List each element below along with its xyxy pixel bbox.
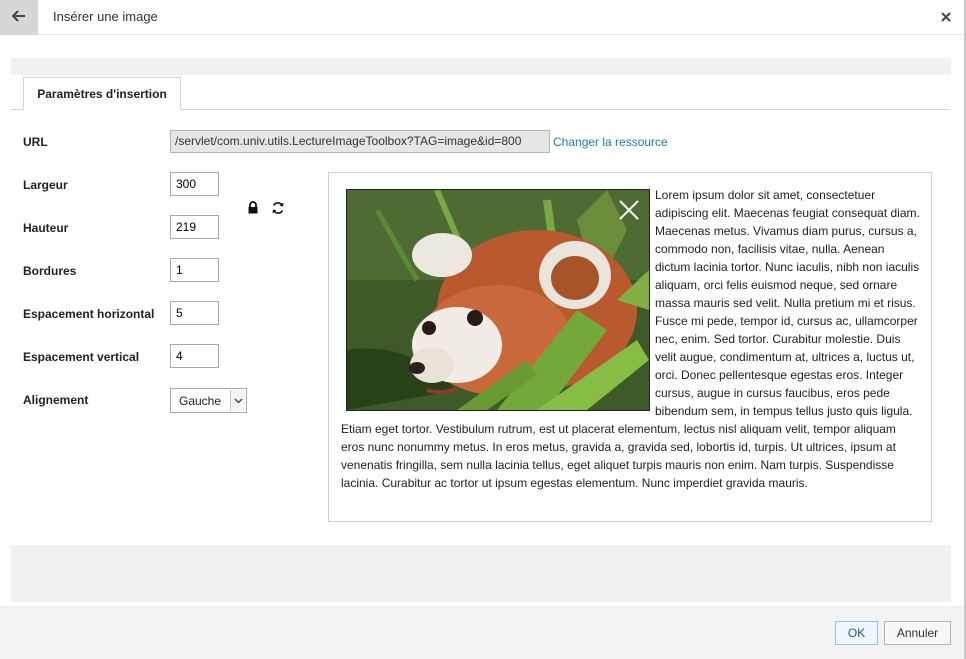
preview-image bbox=[346, 189, 650, 411]
hspace-label: Espacement horizontal bbox=[23, 307, 155, 321]
preview-text-block: Lorem ipsum dolor sit amet, consectetuer… bbox=[341, 186, 921, 492]
chevron-down-icon bbox=[230, 390, 245, 411]
height-input[interactable] bbox=[170, 215, 219, 239]
arrow-left-icon bbox=[11, 10, 26, 25]
vspace-label: Espacement vertical bbox=[23, 350, 140, 364]
border-label: Bordures bbox=[23, 264, 77, 278]
ok-button[interactable]: OK bbox=[835, 621, 878, 645]
url-field: /servlet/com.univ.utils.LectureImageTool… bbox=[170, 130, 550, 153]
close-button[interactable] bbox=[938, 7, 954, 27]
dialog-titlebar: Insérer une image bbox=[0, 0, 966, 35]
reset-size-button[interactable] bbox=[270, 201, 286, 217]
width-input[interactable] bbox=[170, 172, 219, 196]
width-label: Largeur bbox=[23, 178, 68, 192]
dialog-title: Insérer une image bbox=[53, 9, 158, 24]
dialog-footer bbox=[0, 606, 966, 659]
cancel-button[interactable]: Annuler bbox=[884, 621, 951, 645]
height-label: Hauteur bbox=[23, 221, 69, 235]
url-label: URL bbox=[23, 135, 48, 149]
tab-insertion-settings[interactable]: Paramètres d'insertion bbox=[23, 77, 181, 110]
change-resource-link[interactable]: Changer la ressource bbox=[553, 135, 668, 149]
lock-ratio-button[interactable] bbox=[245, 201, 261, 217]
lock-icon bbox=[247, 201, 259, 217]
tab-bar: Paramètres d'insertion bbox=[11, 77, 951, 110]
align-label: Alignement bbox=[23, 393, 89, 407]
refresh-icon bbox=[271, 201, 285, 218]
bottom-band bbox=[11, 545, 951, 602]
image-preview: Lorem ipsum dolor sit amet, consectetuer… bbox=[328, 172, 932, 522]
align-select[interactable]: Gauche bbox=[170, 388, 247, 413]
remove-image-button[interactable] bbox=[617, 198, 641, 222]
red-panda-image bbox=[347, 190, 649, 410]
border-input[interactable] bbox=[170, 258, 219, 282]
close-icon bbox=[617, 198, 641, 222]
align-select-value: Gauche bbox=[179, 394, 222, 408]
hspace-input[interactable] bbox=[170, 301, 219, 325]
top-band bbox=[11, 58, 951, 75]
back-button[interactable] bbox=[0, 0, 38, 35]
close-icon bbox=[941, 12, 951, 22]
vspace-input[interactable] bbox=[170, 344, 219, 368]
